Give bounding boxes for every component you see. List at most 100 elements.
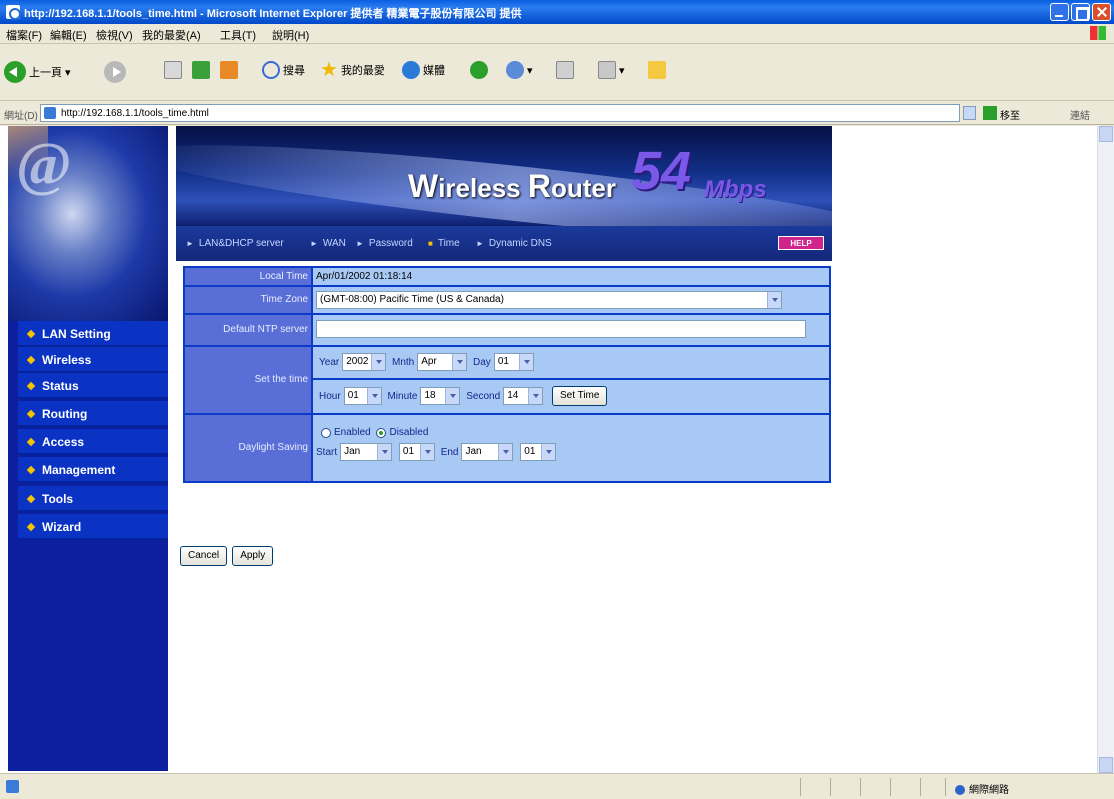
history-button[interactable] xyxy=(470,61,488,79)
day-label: Day xyxy=(473,356,491,368)
stop-icon xyxy=(164,61,182,79)
vertical-scrollbar[interactable] xyxy=(1097,126,1114,773)
end-day-select[interactable]: 01 xyxy=(520,443,557,461)
set-time-button[interactable]: Set Time xyxy=(551,386,608,406)
month-select[interactable]: Apr xyxy=(417,353,468,371)
date-cell: Year 2002 Mnth Apr Day 01 xyxy=(313,347,829,378)
start-month-select[interactable]: Jan xyxy=(340,443,393,461)
sidebar-item-lan-setting[interactable]: LAN Setting xyxy=(18,321,168,347)
address-url: http://192.168.1.1/tools_time.html xyxy=(61,108,209,119)
scroll-up-button[interactable] xyxy=(1099,126,1113,142)
forward-button[interactable] xyxy=(104,61,126,83)
done-page-icon xyxy=(6,780,19,793)
history-icon xyxy=(470,61,488,79)
start-day-select[interactable]: 01 xyxy=(398,443,435,461)
sidebar-item-management[interactable]: Management xyxy=(18,457,168,483)
favorites-button[interactable]: ★ 我的最愛 xyxy=(320,60,385,80)
month-label: Mnth xyxy=(392,356,415,368)
minimize-button[interactable] xyxy=(1050,3,1069,21)
minute-label: Minute xyxy=(387,390,418,402)
browser-window: http://192.168.1.1/tools_time.html - Mic… xyxy=(0,0,1114,799)
form-actions: Cancel Apply xyxy=(180,546,275,566)
at-logo-icon: @ xyxy=(16,131,72,197)
refresh-icon xyxy=(192,61,210,79)
subnav-time[interactable]: Time xyxy=(428,238,460,249)
mail-button[interactable]: ▾ xyxy=(506,61,533,79)
bullet-icon xyxy=(26,437,36,447)
apply-button[interactable]: Apply xyxy=(232,546,274,566)
year-label: Year xyxy=(319,356,340,368)
end-month-select[interactable]: Jan xyxy=(461,443,514,461)
ie-icon xyxy=(6,5,21,20)
daylight-label: Daylight Saving xyxy=(185,415,311,481)
back-button[interactable]: 上一頁 ▾ xyxy=(4,61,71,83)
time-zone-cell: (GMT-08:00) Pacific Time (US & Canada) xyxy=(313,287,829,313)
sidebar-item-access[interactable]: Access xyxy=(18,429,168,455)
sidebar-item-tools[interactable]: Tools xyxy=(18,486,168,512)
end-label: End xyxy=(440,446,459,458)
subnav-password[interactable]: Password xyxy=(356,238,413,249)
router-logo: @ xyxy=(8,126,168,321)
bullet-icon xyxy=(26,494,36,504)
go-button[interactable]: 移至 xyxy=(1000,107,1020,122)
menu-favorites[interactable]: 我的最愛(A) xyxy=(142,27,201,43)
subnav-wan[interactable]: WAN xyxy=(310,238,346,249)
cancel-button[interactable]: Cancel xyxy=(180,546,228,566)
ntp-label: Default NTP server xyxy=(185,315,311,345)
ntp-server-input[interactable] xyxy=(316,320,806,338)
clock-cell: Hour 01 Minute 18 Second 14 Set Time xyxy=(313,380,829,413)
home-icon xyxy=(220,61,238,79)
close-button[interactable] xyxy=(1092,3,1111,21)
daylight-disabled-radio[interactable] xyxy=(376,427,387,438)
page-icon xyxy=(44,107,56,119)
daylight-row: Daylight Saving Enabled Disabled Start Ja… xyxy=(183,415,831,481)
sidebar-item-status[interactable]: Status xyxy=(18,373,168,399)
second-select[interactable]: 14 xyxy=(503,387,544,405)
menu-file[interactable]: 檔案(F) xyxy=(6,27,42,43)
bullet-icon xyxy=(26,381,36,391)
maximize-button[interactable] xyxy=(1071,3,1090,21)
address-dropdown-button[interactable] xyxy=(963,106,976,120)
sidebar-item-wireless[interactable]: Wireless xyxy=(18,347,168,373)
ntp-row: Default NTP server xyxy=(183,315,831,345)
media-button[interactable]: 媒體 xyxy=(402,61,445,79)
mail-icon xyxy=(506,61,524,79)
tools-subnav: LAN&DHCP server WAN Password Time Dynami… xyxy=(176,226,832,261)
daylight-enabled-radio[interactable] xyxy=(321,427,331,438)
menu-edit[interactable]: 編輯(E) xyxy=(50,27,87,43)
title-bar: http://192.168.1.1/tools_time.html - Mic… xyxy=(0,0,1114,24)
stop-button[interactable] xyxy=(164,61,182,79)
print-button[interactable] xyxy=(556,61,574,79)
sidebar-item-wizard[interactable]: Wizard xyxy=(18,514,168,540)
menu-help[interactable]: 說明(H) xyxy=(272,27,309,43)
home-button[interactable] xyxy=(220,61,238,79)
scroll-down-button[interactable] xyxy=(1099,757,1113,773)
go-arrow-icon[interactable] xyxy=(983,106,997,120)
links-button[interactable]: 連結 xyxy=(1070,107,1090,122)
media-icon xyxy=(402,61,420,79)
edit-button[interactable]: ▾ xyxy=(598,61,625,79)
folder-button[interactable] xyxy=(648,61,666,79)
day-select[interactable]: 01 xyxy=(493,353,534,371)
hour-select[interactable]: 01 xyxy=(343,387,382,405)
refresh-button[interactable] xyxy=(192,61,210,79)
year-select[interactable]: 2002 xyxy=(342,353,387,371)
back-arrow-icon xyxy=(4,61,26,83)
time-settings-form: Local Time Apr/01/2002 01:18:14 Time Zon… xyxy=(183,266,831,483)
address-input[interactable]: http://192.168.1.1/tools_time.html xyxy=(40,104,960,122)
sidebar-item-routing[interactable]: Routing xyxy=(18,401,168,427)
window-title: http://192.168.1.1/tools_time.html - Mic… xyxy=(24,8,522,20)
daylight-cell: Enabled Disabled Start Jan 01 End Jan 01 xyxy=(313,415,829,481)
subnav-lan-dhcp[interactable]: LAN&DHCP server xyxy=(186,238,284,249)
bullet-icon xyxy=(26,465,36,475)
edit-icon xyxy=(598,61,616,79)
router-sidebar: @ LAN Setting Wireless Status Routing Ac… xyxy=(8,126,168,771)
menu-view[interactable]: 檢視(V) xyxy=(96,27,133,43)
minute-select[interactable]: 18 xyxy=(420,387,461,405)
search-button[interactable]: 搜尋 xyxy=(262,61,305,79)
time-zone-select[interactable]: (GMT-08:00) Pacific Time (US & Canada) xyxy=(316,291,782,309)
help-button[interactable]: HELP xyxy=(778,236,824,250)
router-banner: Wireless Router 54 Mbps LAN&DHCP server … xyxy=(176,126,832,261)
menu-tools[interactable]: 工具(T) xyxy=(220,27,256,43)
subnav-dynamic-dns[interactable]: Dynamic DNS xyxy=(476,238,552,249)
